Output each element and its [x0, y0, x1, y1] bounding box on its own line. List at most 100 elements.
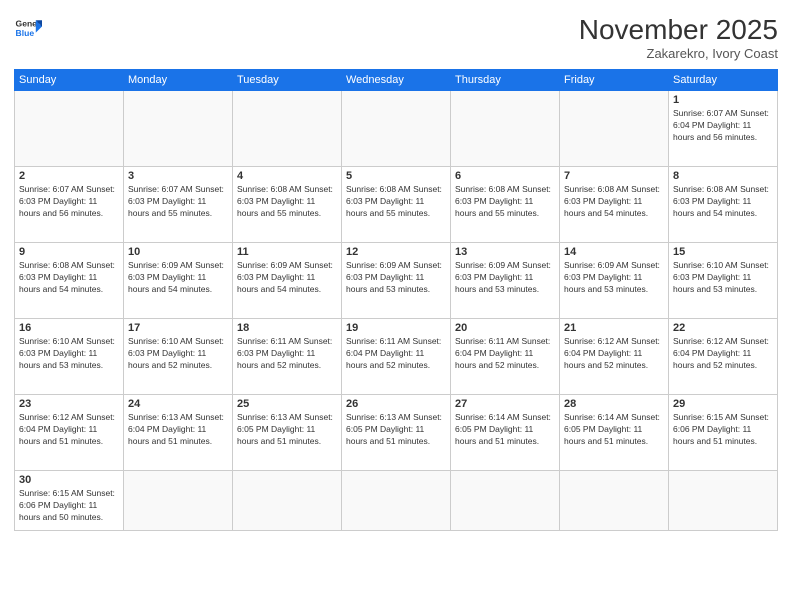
table-row [124, 471, 233, 531]
day-number: 13 [455, 246, 555, 258]
table-row [451, 471, 560, 531]
day-number: 30 [19, 474, 119, 486]
table-row: 30 Sunrise: 6:15 AM Sunset: 6:06 PM Dayli… [15, 471, 124, 531]
day-info: Sunrise: 6:08 AM Sunset: 6:03 PM Dayligh… [346, 184, 446, 220]
header: General Blue November 2025 Zakarekro, Iv… [14, 14, 778, 61]
day-info: Sunrise: 6:11 AM Sunset: 6:03 PM Dayligh… [237, 336, 337, 372]
day-info: Sunrise: 6:15 AM Sunset: 6:06 PM Dayligh… [19, 488, 119, 524]
table-row [342, 91, 451, 167]
col-thursday: Thursday [451, 70, 560, 91]
month-title: November 2025 [579, 14, 778, 46]
table-row: 28 Sunrise: 6:14 AM Sunset: 6:05 PM Dayli… [560, 395, 669, 471]
day-number: 7 [564, 170, 664, 182]
col-tuesday: Tuesday [233, 70, 342, 91]
day-number: 2 [19, 170, 119, 182]
table-row: 7 Sunrise: 6:08 AM Sunset: 6:03 PM Daylig… [560, 167, 669, 243]
day-number: 12 [346, 246, 446, 258]
table-row: 4 Sunrise: 6:08 AM Sunset: 6:03 PM Daylig… [233, 167, 342, 243]
day-number: 1 [673, 94, 773, 106]
day-number: 15 [673, 246, 773, 258]
table-row [15, 91, 124, 167]
table-row: 11 Sunrise: 6:09 AM Sunset: 6:03 PM Dayli… [233, 243, 342, 319]
col-wednesday: Wednesday [342, 70, 451, 91]
day-number: 26 [346, 398, 446, 410]
day-info: Sunrise: 6:08 AM Sunset: 6:03 PM Dayligh… [673, 184, 773, 220]
day-number: 29 [673, 398, 773, 410]
location: Zakarekro, Ivory Coast [579, 46, 778, 61]
day-info: Sunrise: 6:10 AM Sunset: 6:03 PM Dayligh… [128, 336, 228, 372]
col-sunday: Sunday [15, 70, 124, 91]
table-row [124, 91, 233, 167]
table-row: 15 Sunrise: 6:10 AM Sunset: 6:03 PM Dayli… [669, 243, 778, 319]
table-row: 3 Sunrise: 6:07 AM Sunset: 6:03 PM Daylig… [124, 167, 233, 243]
day-info: Sunrise: 6:09 AM Sunset: 6:03 PM Dayligh… [237, 260, 337, 296]
calendar-table: Sunday Monday Tuesday Wednesday Thursday… [14, 69, 778, 531]
table-row: 1Sunrise: 6:07 AM Sunset: 6:04 PM Daylig… [669, 91, 778, 167]
table-row: 18 Sunrise: 6:11 AM Sunset: 6:03 PM Dayli… [233, 319, 342, 395]
day-info: Sunrise: 6:11 AM Sunset: 6:04 PM Dayligh… [346, 336, 446, 372]
table-row: 26 Sunrise: 6:13 AM Sunset: 6:05 PM Dayli… [342, 395, 451, 471]
day-number: 4 [237, 170, 337, 182]
table-row: 14 Sunrise: 6:09 AM Sunset: 6:03 PM Dayli… [560, 243, 669, 319]
day-number: 11 [237, 246, 337, 258]
table-row [233, 91, 342, 167]
day-number: 17 [128, 322, 228, 334]
day-info: Sunrise: 6:13 AM Sunset: 6:05 PM Dayligh… [346, 412, 446, 448]
table-row: 23 Sunrise: 6:12 AM Sunset: 6:04 PM Dayli… [15, 395, 124, 471]
day-number: 25 [237, 398, 337, 410]
day-info: Sunrise: 6:14 AM Sunset: 6:05 PM Dayligh… [455, 412, 555, 448]
table-row: 29Sunrise: 6:15 AM Sunset: 6:06 PM Dayli… [669, 395, 778, 471]
day-number: 8 [673, 170, 773, 182]
page: General Blue November 2025 Zakarekro, Iv… [0, 0, 792, 612]
day-number: 5 [346, 170, 446, 182]
day-info: Sunrise: 6:12 AM Sunset: 6:04 PM Dayligh… [19, 412, 119, 448]
day-number: 20 [455, 322, 555, 334]
day-number: 24 [128, 398, 228, 410]
table-row: 13 Sunrise: 6:09 AM Sunset: 6:03 PM Dayli… [451, 243, 560, 319]
day-info: Sunrise: 6:10 AM Sunset: 6:03 PM Dayligh… [673, 260, 773, 296]
day-number: 14 [564, 246, 664, 258]
day-number: 3 [128, 170, 228, 182]
day-info: Sunrise: 6:07 AM Sunset: 6:03 PM Dayligh… [128, 184, 228, 220]
day-number: 16 [19, 322, 119, 334]
day-info: Sunrise: 6:12 AM Sunset: 6:04 PM Dayligh… [564, 336, 664, 372]
table-row: 12Sunrise: 6:09 AM Sunset: 6:03 PM Dayli… [342, 243, 451, 319]
col-friday: Friday [560, 70, 669, 91]
day-number: 28 [564, 398, 664, 410]
day-number: 21 [564, 322, 664, 334]
table-row [560, 471, 669, 531]
logo-area: General Blue [14, 14, 42, 42]
table-row [669, 471, 778, 531]
title-area: November 2025 Zakarekro, Ivory Coast [579, 14, 778, 61]
table-row: 6Sunrise: 6:08 AM Sunset: 6:03 PM Daylig… [451, 167, 560, 243]
day-number: 23 [19, 398, 119, 410]
day-info: Sunrise: 6:14 AM Sunset: 6:05 PM Dayligh… [564, 412, 664, 448]
day-info: Sunrise: 6:11 AM Sunset: 6:04 PM Dayligh… [455, 336, 555, 372]
day-info: Sunrise: 6:08 AM Sunset: 6:03 PM Dayligh… [237, 184, 337, 220]
day-info: Sunrise: 6:12 AM Sunset: 6:04 PM Dayligh… [673, 336, 773, 372]
table-row: 9 Sunrise: 6:08 AM Sunset: 6:03 PM Daylig… [15, 243, 124, 319]
table-row: 20 Sunrise: 6:11 AM Sunset: 6:04 PM Dayli… [451, 319, 560, 395]
table-row: 27 Sunrise: 6:14 AM Sunset: 6:05 PM Dayli… [451, 395, 560, 471]
day-number: 27 [455, 398, 555, 410]
day-info: Sunrise: 6:08 AM Sunset: 6:03 PM Dayligh… [19, 260, 119, 296]
col-saturday: Saturday [669, 70, 778, 91]
table-row: 19 Sunrise: 6:11 AM Sunset: 6:04 PM Dayli… [342, 319, 451, 395]
table-row: 24Sunrise: 6:13 AM Sunset: 6:04 PM Dayli… [124, 395, 233, 471]
day-info: Sunrise: 6:13 AM Sunset: 6:05 PM Dayligh… [237, 412, 337, 448]
table-row: 17 Sunrise: 6:10 AM Sunset: 6:03 PM Dayli… [124, 319, 233, 395]
day-number: 9 [19, 246, 119, 258]
svg-text:Blue: Blue [16, 28, 35, 38]
table-row: 10Sunrise: 6:09 AM Sunset: 6:03 PM Dayli… [124, 243, 233, 319]
day-info: Sunrise: 6:08 AM Sunset: 6:03 PM Dayligh… [564, 184, 664, 220]
day-info: Sunrise: 6:09 AM Sunset: 6:03 PM Dayligh… [455, 260, 555, 296]
day-number: 22 [673, 322, 773, 334]
day-number: 19 [346, 322, 446, 334]
table-row [233, 471, 342, 531]
day-info: Sunrise: 6:09 AM Sunset: 6:03 PM Dayligh… [564, 260, 664, 296]
table-row [560, 91, 669, 167]
table-row: 21 Sunrise: 6:12 AM Sunset: 6:04 PM Dayli… [560, 319, 669, 395]
day-info: Sunrise: 6:10 AM Sunset: 6:03 PM Dayligh… [19, 336, 119, 372]
day-info: Sunrise: 6:08 AM Sunset: 6:03 PM Dayligh… [455, 184, 555, 220]
day-number: 18 [237, 322, 337, 334]
